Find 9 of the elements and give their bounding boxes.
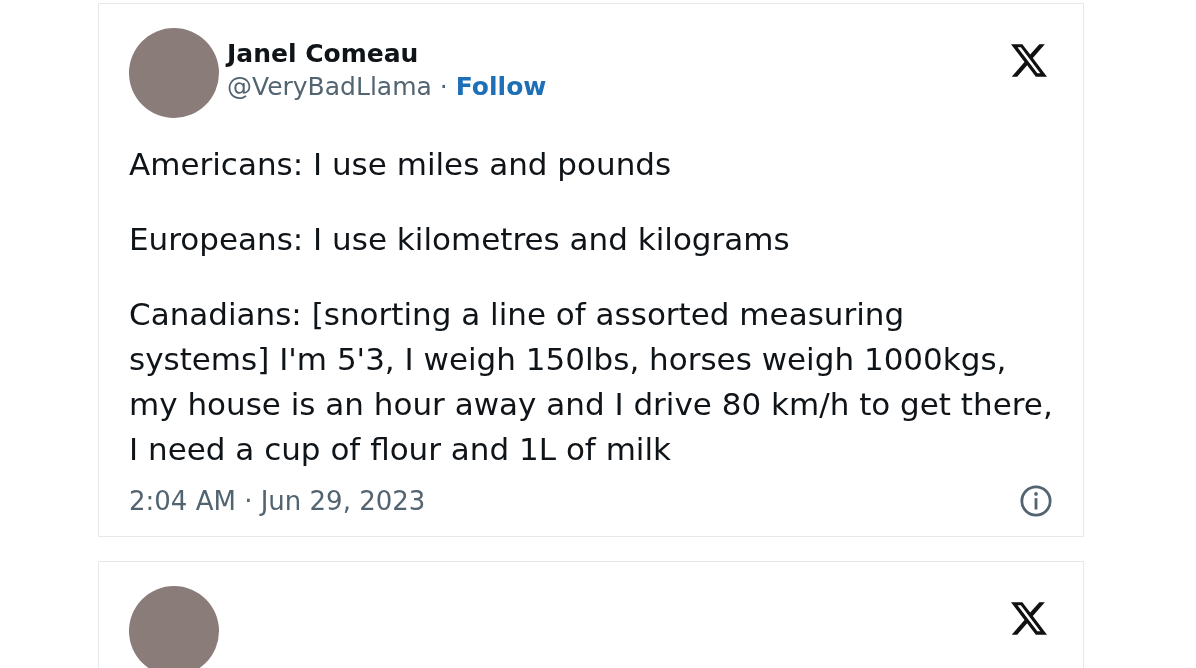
info-icon[interactable] [1019, 484, 1053, 518]
tweet-text: Europeans: I use kilometres and kilograms [129, 220, 791, 259]
author-handle[interactable]: @VeryBadLlama [227, 70, 432, 104]
tweet-text: Americans: I use miles and pounds [129, 145, 673, 184]
timestamp[interactable]: 2:04 AM · Jun 29, 2023 [129, 486, 426, 516]
tweet-text: Canadians: [snorting a line of assorted measuring systems] I'm 5'3, I weigh 150lbs, horses weigh 1000kgs, my house is an hour away and I drive 80 km/h to get there, I need a cup of flour and 1L of milk [129, 295, 1053, 469]
follow-link[interactable]: Follow [455, 70, 547, 104]
separator-dot: · [439, 71, 448, 103]
author-name[interactable]: Janel Comeau [227, 38, 1009, 70]
